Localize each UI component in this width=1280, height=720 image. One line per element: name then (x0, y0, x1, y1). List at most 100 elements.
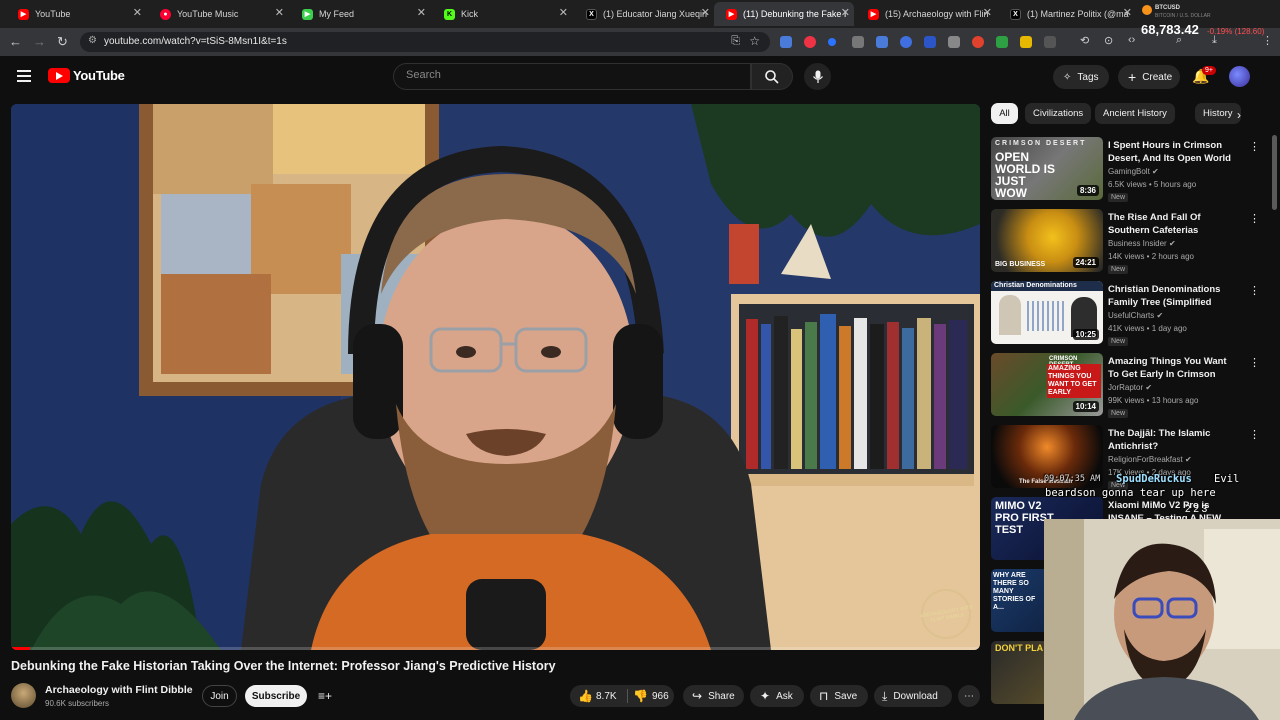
chevron-right-icon[interactable]: › (1237, 108, 1241, 122)
youtube-favicon-icon: ▶ (18, 8, 29, 20)
voice-search-button[interactable] (804, 63, 831, 90)
extension-icon[interactable] (948, 36, 960, 48)
browser-tab[interactable]: X (1) Educator Jiang Xueqin ✕ (574, 2, 714, 26)
video-title-link[interactable]: The Dajjāl: The Islamic Antichrist? (1108, 427, 1236, 453)
search-input[interactable] (406, 69, 726, 81)
youtube-header: YouTube ✧ Tags + Create 🔔 9+ (0, 56, 1280, 100)
close-tab-icon[interactable]: ✕ (417, 6, 426, 19)
kebab-menu-icon[interactable]: ⋮ (1249, 428, 1260, 441)
download-button[interactable]: ⤓ Download (874, 685, 952, 707)
extension-icon[interactable] (852, 36, 864, 48)
subscribe-button[interactable]: Subscribe (245, 685, 307, 707)
kebab-menu-icon[interactable]: ⋮ (1249, 356, 1260, 369)
back-icon[interactable]: ← (9, 34, 22, 49)
close-tab-icon[interactable]: ✕ (1123, 6, 1132, 19)
close-tab-icon[interactable]: ✕ (133, 6, 142, 19)
channel-name[interactable]: Business Insider ✔ (1108, 239, 1176, 248)
sparkle-icon: ✧ (1063, 71, 1072, 83)
ask-button[interactable]: ✦ Ask (750, 685, 804, 707)
video-title-link[interactable]: The Rise And Fall Of Southern Cafeterias (1108, 211, 1236, 237)
history-icon[interactable]: ⟲ (1080, 34, 1089, 47)
video-title-link[interactable]: Amazing Things You Want To Get Early In … (1108, 355, 1236, 382)
screenshot-icon[interactable]: ⊙ (1104, 34, 1113, 47)
extension-icon[interactable] (996, 36, 1008, 48)
browser-tab[interactable]: ▶ My Feed ✕ (290, 2, 430, 26)
playlist-add-icon[interactable]: ≡+ (318, 689, 332, 703)
thumbs-down-icon[interactable]: 👎 (633, 689, 648, 703)
tags-label: Tags (1077, 71, 1099, 83)
tags-button[interactable]: ✧ Tags (1053, 65, 1109, 89)
account-avatar[interactable] (1229, 66, 1250, 87)
channel-name[interactable]: ReligionForBreakfast ✔ (1108, 455, 1192, 464)
channel-name[interactable]: UsefulCharts ✔ (1108, 311, 1163, 320)
browser-tab[interactable]: ▶ YouTube ✕ (6, 2, 146, 26)
hamburger-menu-icon[interactable] (17, 70, 31, 82)
kebab-menu-icon[interactable]: ⋮ (1249, 284, 1260, 297)
video-thumbnail[interactable]: CRIMSON DESERT AMAZING THINGS YOU WANT T… (991, 353, 1103, 416)
chip-ancient-history[interactable]: Ancient History (1095, 103, 1175, 124)
youtube-logo[interactable]: YouTube (48, 68, 125, 83)
extension-icon[interactable] (780, 36, 792, 48)
save-button[interactable]: ⊓ Save (810, 685, 868, 707)
extension-icon[interactable] (972, 36, 984, 48)
browser-tab[interactable]: K Kick ✕ (432, 2, 572, 26)
video-thumbnail[interactable]: CRIMSON DESERT OPEN WORLD IS JUST WOW 8:… (991, 137, 1103, 200)
create-button[interactable]: + Create (1118, 65, 1180, 89)
video-title-link[interactable]: Christian Denominations Family Tree (Sim… (1108, 283, 1236, 310)
recommended-video[interactable]: BIG BUSINESS 24:21 The Rise And Fall Of … (991, 209, 1260, 275)
video-thumbnail[interactable]: BIG BUSINESS 24:21 (991, 209, 1103, 272)
video-meta: 99K views • 13 hours ago (1108, 396, 1199, 405)
extensions-puzzle-icon[interactable] (1044, 36, 1056, 48)
close-tab-icon[interactable]: ✕ (841, 6, 850, 19)
forward-icon[interactable]: → (33, 34, 46, 49)
browser-tab[interactable]: ● YouTube Music ✕ (148, 2, 288, 26)
extension-icon[interactable] (876, 36, 888, 48)
browser-tab[interactable]: X (1) Martinez Politix (@ma ✕ (998, 2, 1136, 26)
search-button[interactable] (751, 63, 793, 90)
channel-name[interactable]: GamingBolt ✔ (1108, 167, 1159, 176)
site-info-icon[interactable]: ⚙ (88, 35, 97, 46)
chip-all[interactable]: All (991, 103, 1018, 124)
video-thumbnail[interactable]: Christian Denominations 10:25 (991, 281, 1103, 344)
extension-icon[interactable] (900, 36, 912, 48)
channel-name[interactable]: Archaeology with Flint Dibble (45, 684, 193, 696)
reload-icon[interactable]: ↻ (57, 34, 68, 50)
like-count[interactable]: 8.7K (596, 691, 617, 702)
extension-icon[interactable] (828, 38, 836, 46)
dislike-count[interactable]: 966 (652, 691, 669, 702)
video-progress-bar[interactable] (11, 647, 980, 650)
tab-label: Kick (461, 9, 479, 19)
feed-favicon-icon: ▶ (302, 8, 313, 20)
plus-icon: + (1128, 69, 1137, 85)
video-title-link[interactable]: I Spent Hours in Crimson Desert, And Its… (1108, 139, 1236, 166)
extension-icon[interactable] (924, 36, 936, 48)
url-field[interactable]: ⚙ youtube.com/watch?v=tSiS-8Msn1I&t=1s ⎘… (80, 32, 770, 52)
install-icon[interactable]: ⎘ (731, 35, 740, 48)
kebab-menu-icon[interactable]: ⋮ (1249, 140, 1260, 153)
recommended-video[interactable]: CRIMSON DESERT OPEN WORLD IS JUST WOW 8:… (991, 137, 1260, 203)
join-button[interactable]: Join (202, 685, 237, 707)
chip-civilizations[interactable]: Civilizations (1025, 103, 1092, 124)
devtools-icon[interactable]: ‹› (1128, 34, 1135, 46)
chip-history[interactable]: History (1195, 103, 1241, 124)
ticker-price: 68,783.42 (1141, 22, 1199, 37)
sidebar-scrollbar[interactable] (1272, 135, 1277, 210)
browser-tab[interactable]: ▶ (15) Archaeology with Flin ✕ (856, 2, 996, 26)
recommended-video[interactable]: Christian Denominations 10:25 Christian … (991, 281, 1260, 347)
video-player[interactable]: ARCHAEOLOGY WITH FLINT DIBBLE (11, 104, 980, 650)
kebab-menu-icon[interactable]: ⋮ (1249, 212, 1260, 225)
extension-icon[interactable] (1020, 36, 1032, 48)
close-tab-icon[interactable]: ✕ (559, 6, 568, 19)
more-actions-button[interactable]: ⋯ (958, 685, 980, 707)
extension-icon[interactable] (804, 36, 816, 48)
recommended-video[interactable]: CRIMSON DESERT AMAZING THINGS YOU WANT T… (991, 353, 1260, 419)
channel-avatar[interactable] (11, 683, 36, 708)
close-tab-icon[interactable]: ✕ (701, 6, 710, 19)
close-tab-icon[interactable]: ✕ (275, 6, 284, 19)
thumbs-up-icon[interactable]: 👍 (578, 689, 593, 703)
share-button[interactable]: ↪ Share (683, 685, 744, 707)
close-tab-icon[interactable]: ✕ (983, 6, 992, 19)
channel-name[interactable]: JorRaptor ✔ (1108, 383, 1152, 392)
bookmark-star-icon[interactable]: ☆ (749, 34, 760, 48)
browser-tab-active[interactable]: ▶ (11) Debunking the Fake I ✕ (714, 2, 854, 26)
